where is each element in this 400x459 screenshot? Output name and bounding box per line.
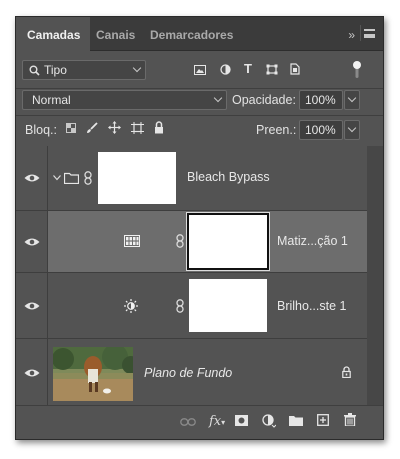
chevron-down-icon <box>347 123 357 133</box>
new-adjustment-icon[interactable] <box>262 414 276 428</box>
hue-saturation-icon[interactable] <box>124 235 140 247</box>
group-mask-thumbnail[interactable] <box>98 152 176 204</box>
eye-icon[interactable] <box>24 173 40 183</box>
opacity-slider-toggle[interactable] <box>344 90 360 110</box>
visibility-cell[interactable] <box>16 339 48 407</box>
chevron-down-icon[interactable] <box>53 175 61 181</box>
blend-mode-dropdown[interactable]: Normal <box>22 90 227 110</box>
tab-channels[interactable]: Canais <box>96 17 135 51</box>
opacity-value: 100% <box>305 93 336 107</box>
lock-all-icon[interactable] <box>154 121 164 134</box>
tab-layers[interactable]: Camadas <box>16 17 90 52</box>
lock-transparency-icon[interactable] <box>66 123 76 133</box>
chevron-down-icon <box>213 93 223 103</box>
layer-name: Plano de Fundo <box>144 366 233 380</box>
layers-scrollbar[interactable] <box>367 146 383 407</box>
add-mask-icon[interactable] <box>235 415 248 426</box>
layer-name: Brilho...ste 1 <box>277 299 347 313</box>
opacity-input[interactable]: 100% <box>299 90 343 110</box>
visibility-cell[interactable] <box>16 211 48 272</box>
adjustment-filter-icon[interactable] <box>220 64 231 75</box>
filter-toggle-icon[interactable] <box>352 60 362 80</box>
layer-mask-thumbnail[interactable] <box>189 279 267 332</box>
filter-kind-value: Tipo <box>44 63 67 77</box>
tab-overflow-icon[interactable]: » <box>348 28 355 42</box>
layer-row-brightness-contrast[interactable]: Brilho...ste 1 <box>16 273 368 339</box>
divider <box>16 88 383 89</box>
chevron-down-icon <box>347 93 357 103</box>
fill-label: Preen.: <box>256 123 297 137</box>
visibility-cell[interactable] <box>16 146 48 210</box>
lock-artboard-icon[interactable] <box>131 122 144 134</box>
folder-icon <box>64 172 79 184</box>
panel-menu-icon[interactable] <box>364 29 375 38</box>
divider <box>16 115 383 116</box>
type-filter-icon[interactable]: T <box>244 62 252 75</box>
tab-paths[interactable]: Demarcadores <box>150 17 233 51</box>
tab-bar: Camadas Canais Demarcadores » <box>16 17 383 52</box>
fill-slider-toggle[interactable] <box>344 120 360 140</box>
chevron-down-icon <box>132 63 142 73</box>
link-icon[interactable] <box>84 171 92 185</box>
smart-object-filter-icon[interactable] <box>290 63 300 75</box>
layer-name: Bleach Bypass <box>187 170 270 184</box>
lock-pixels-icon[interactable] <box>86 122 98 134</box>
tab-divider <box>360 25 361 41</box>
layer-row-bleach-bypass[interactable]: Bleach Bypass <box>16 146 368 211</box>
visibility-cell[interactable] <box>16 273 48 338</box>
layers-bottom-toolbar: fx▾ <box>16 405 383 439</box>
image-filter-icon[interactable] <box>194 65 206 75</box>
search-icon <box>29 65 40 76</box>
new-layer-icon[interactable] <box>317 414 329 426</box>
eye-icon[interactable] <box>24 237 40 247</box>
link-layers-icon[interactable] <box>180 418 196 426</box>
background-photo-thumbnail[interactable] <box>53 347 133 401</box>
layers-panel: Camadas Canais Demarcadores » Tipo T Nor… <box>15 16 384 440</box>
brightness-contrast-icon[interactable] <box>124 299 138 313</box>
layer-mask-thumbnail[interactable] <box>187 213 269 270</box>
layer-row-hue-saturation[interactable]: Matiz...ção 1 <box>16 211 368 273</box>
eye-icon[interactable] <box>24 301 40 311</box>
layer-row-background[interactable]: Plano de Fundo <box>16 339 368 407</box>
eye-icon[interactable] <box>24 368 40 378</box>
fx-icon[interactable]: fx▾ <box>209 414 225 429</box>
fill-value: 100% <box>305 123 336 137</box>
lock-position-icon[interactable] <box>108 121 121 134</box>
lock-icon[interactable] <box>342 366 351 378</box>
shape-filter-icon[interactable] <box>266 64 278 75</box>
layers-list: Bleach Bypass Matiz...ção 1 Brilho...ste… <box>16 146 368 407</box>
layer-name: Matiz...ção 1 <box>277 234 348 248</box>
fill-input[interactable]: 100% <box>299 120 343 140</box>
opacity-label: Opacidade: <box>232 93 296 107</box>
delete-layer-icon[interactable] <box>344 413 356 426</box>
link-icon[interactable] <box>176 299 184 313</box>
lock-label: Bloq.: <box>25 123 57 137</box>
new-group-icon[interactable] <box>289 415 303 426</box>
link-icon[interactable] <box>176 234 184 248</box>
filter-kind-dropdown[interactable]: Tipo <box>22 60 146 80</box>
blend-mode-value: Normal <box>32 93 71 107</box>
